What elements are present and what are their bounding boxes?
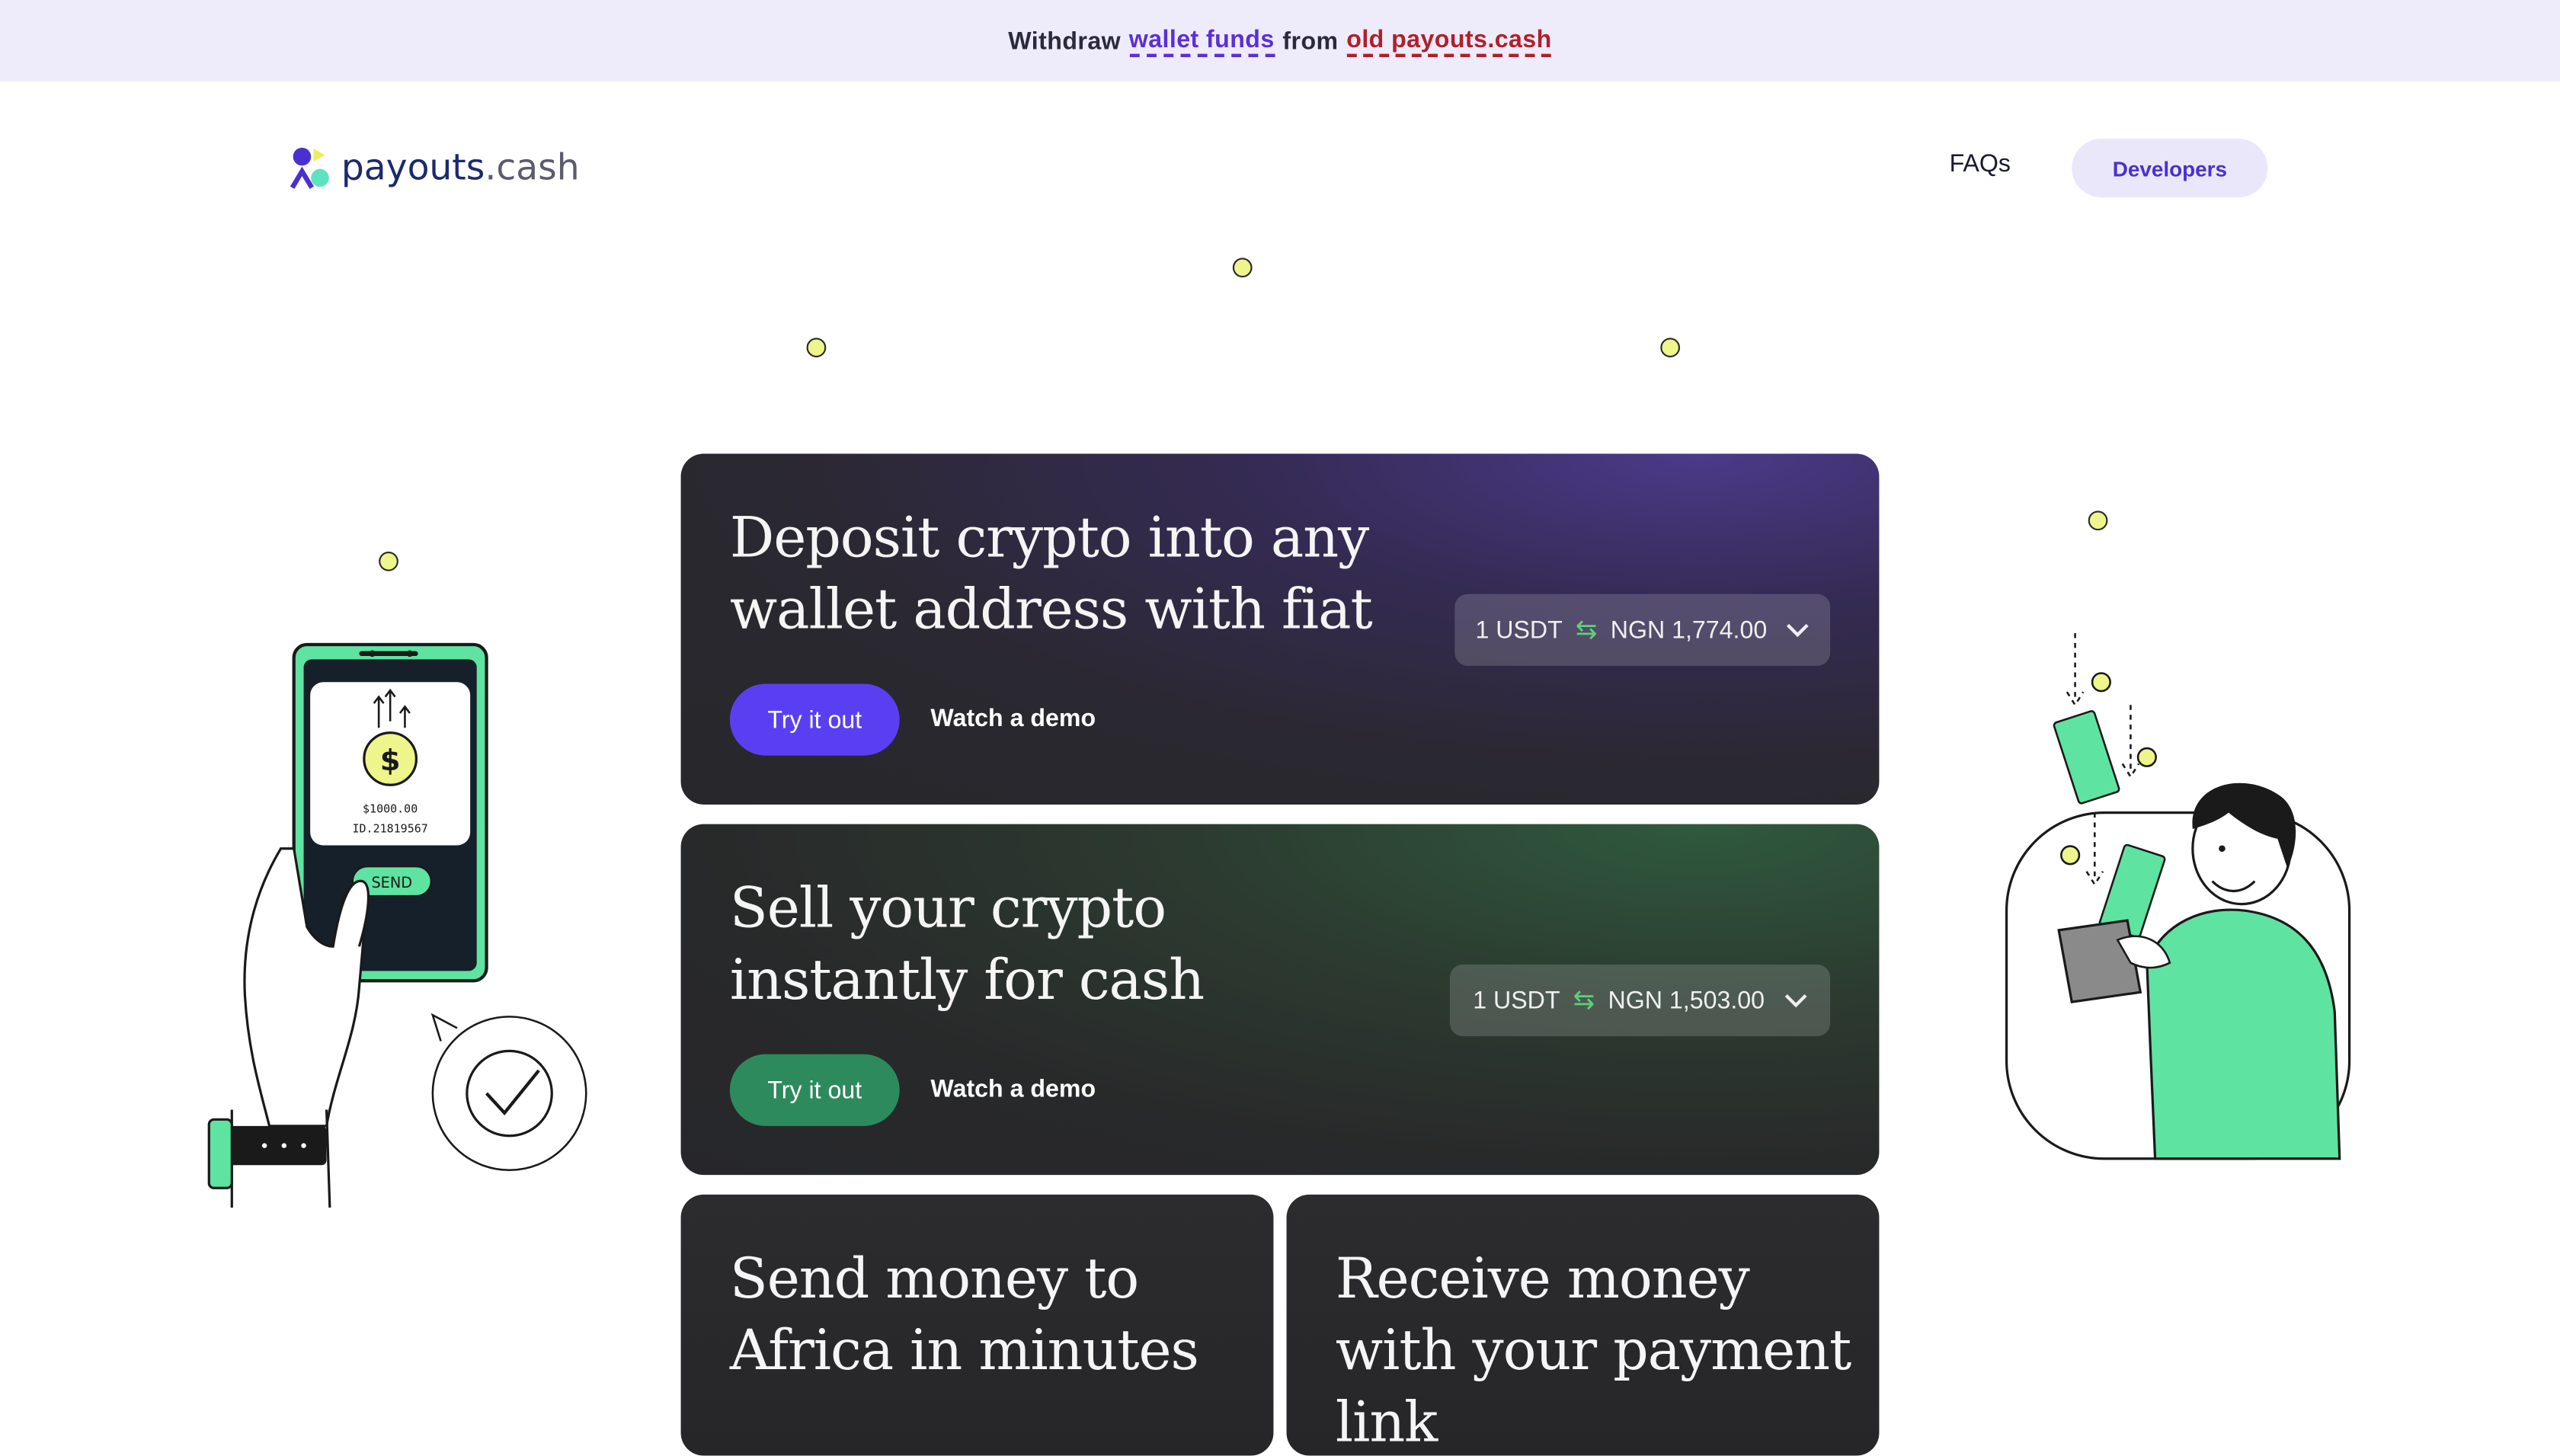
phone-amount: $1000.00 [363, 802, 418, 816]
old-payouts-link[interactable]: old payouts.cash [1346, 25, 1552, 56]
watch-demo-link[interactable]: Watch a demo [930, 705, 1096, 732]
rate-to: NGN 1,774.00 [1610, 616, 1768, 644]
try-it-out-button[interactable]: Try it out [729, 683, 900, 756]
swap-icon: ⇆ [1573, 987, 1595, 1016]
card-title: Sell your crypto instantly for cash [729, 876, 1205, 1014]
send-money-card[interactable]: Send money to Africa in minutes [680, 1194, 1274, 1456]
banner-middle: from [1282, 27, 1339, 55]
phone-id: ID.21819567 [353, 821, 428, 835]
rate-selector[interactable]: 1 USDT ⇆ NGN 1,503.00 [1449, 964, 1831, 1037]
wallet-man-illustration [2000, 620, 2359, 1175]
chevron-down-icon [1784, 987, 1807, 1014]
swap-icon: ⇆ [1575, 616, 1598, 645]
card-title: Deposit crypto into any wallet address w… [729, 505, 1373, 643]
decorative-dot [1660, 338, 1680, 358]
logo-wordmark: payouts.cash [341, 147, 580, 189]
wallet-funds-link[interactable]: wallet funds [1128, 25, 1275, 56]
chevron-down-icon [1787, 616, 1810, 644]
decorative-dot [2088, 510, 2108, 531]
card-title: Receive money with your payment link [1335, 1246, 1851, 1456]
payment-link-card[interactable]: Receive money with your payment link [1286, 1194, 1880, 1456]
decorative-dot [1232, 258, 1253, 278]
phone-send-illustration: $ $1000.00 ID.21819567 SEND [196, 620, 604, 1224]
phone-send-label: SEND [371, 874, 412, 891]
nav-faqs-link[interactable]: FAQs [1950, 150, 2011, 178]
svg-text:$: $ [380, 744, 401, 778]
rate-selector[interactable]: 1 USDT ⇆ NGN 1,774.00 [1454, 594, 1831, 666]
announcement-banner: Withdraw wallet funds from old payouts.c… [0, 0, 2560, 82]
card-title: Send money to Africa in minutes [729, 1246, 1199, 1384]
banner-prefix: Withdraw [1008, 27, 1122, 55]
decorative-dot [806, 338, 827, 358]
logo[interactable]: payouts.cash [289, 143, 580, 192]
nav-developers-button[interactable]: Developers [2072, 139, 2268, 198]
logo-icon [289, 146, 331, 191]
deposit-crypto-card: Deposit crypto into any wallet address w… [680, 453, 1880, 805]
decorative-dot [379, 551, 398, 571]
rate-to: NGN 1,503.00 [1608, 986, 1765, 1015]
try-it-out-button[interactable]: Try it out [729, 1054, 900, 1126]
watch-demo-link[interactable]: Watch a demo [930, 1075, 1096, 1102]
rate-from: 1 USDT [1475, 616, 1563, 644]
rate-from: 1 USDT [1473, 986, 1560, 1015]
sell-crypto-card: Sell your crypto instantly for cash Try … [680, 824, 1880, 1176]
